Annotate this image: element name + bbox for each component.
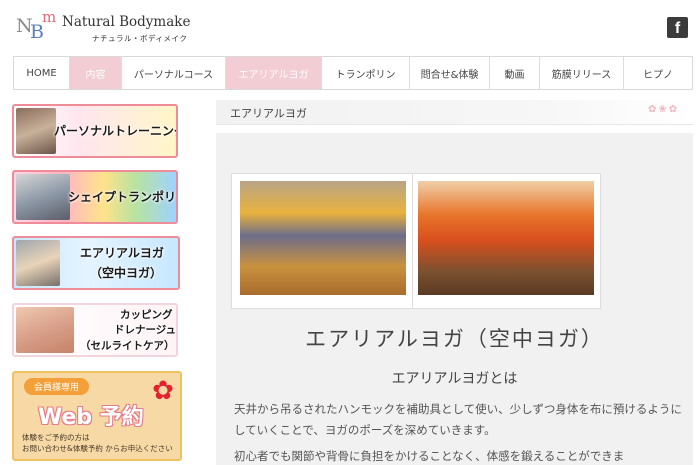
nav-item-content[interactable]: 内容 [70,57,122,89]
aerial-yoga-photo [16,240,60,286]
personal-training-photo [16,108,56,154]
intro-paragraph: 天井から吊るされたハンモックを補助具として使い、少しずつ身体を布に預けるようにし… [234,402,682,437]
nav-item-home[interactable]: HOME [14,57,70,89]
banner-shape-trampoline[interactable]: シェイプトランポリン [12,170,178,224]
logo-mark-icon: N B m [16,8,56,42]
sakura-decoration-icon: ✿❀✿ [648,104,680,115]
section-title: エアリアルヨガ（空中ヨガ） [305,327,604,351]
hibiscus-icon: ✿ [152,376,174,406]
photo-gallery [231,173,601,309]
brand-title: Natural Bodymake [62,14,191,30]
nav-item-personal-course[interactable]: パーソナルコース [122,57,226,89]
svg-text:m: m [42,8,56,26]
facebook-icon[interactable]: f [667,17,688,38]
web-reservation-title: Web 予約 [38,405,144,430]
nav-item-hypno[interactable]: ヒプノ [624,57,692,89]
aerial-yoga-photo-1[interactable] [240,181,406,295]
web-reservation-note: 体験をご予約の方は お問い合わせ&体験予約 からお申込ください [22,433,173,453]
members-only-badge: 会員様専用 [24,378,90,395]
banner-label-line3: （セルライトケア） [80,340,175,352]
banner-personal-training[interactable]: パーソナルトレーニング [12,104,178,158]
banner-label-line2: （空中ヨガ） [90,266,163,280]
banner-label: パーソナルトレーニング [54,124,178,138]
main-nav: HOME 内容 パーソナルコース エアリアルヨガ トランポリン 問合せ&体験 動… [13,56,693,90]
banner-label-line1: カッピング [120,309,173,321]
trampoline-photo [16,174,70,220]
benefit-paragraph: 初心者でも関節や背骨に負担をかけることなく、体感を鍛えることができま [234,449,625,463]
banner-label-line2: ドレナージュ [114,324,177,336]
cupping-photo [16,307,74,353]
section-subtitle: エアリアルヨガとは [391,371,518,387]
main-content: エアリアルヨガ（空中ヨガ） エアリアルヨガとは 天井から吊るされたハンモックを補… [216,133,693,465]
aerial-yoga-photo-2[interactable] [418,181,594,295]
nav-item-trampoline[interactable]: トランポリン [322,57,410,89]
banner-cupping-drainage[interactable]: カッピング ドレナージュ （セルライトケア） [12,303,178,357]
banner-label-line1: エアリアルヨガ [80,246,164,260]
nav-item-videos[interactable]: 動画 [490,57,540,89]
banner-label: シェイプトランポリン [68,190,178,204]
brand-subtitle: ナチュラル・ボディメイク [92,34,188,43]
photo-divider [412,174,413,308]
nav-item-contact-trial[interactable]: 問合せ&体験 [410,57,490,89]
nav-item-aerial-yoga[interactable]: エアリアルヨガ [226,57,322,89]
site-logo[interactable]: N B m Natural Bodymake ナチュラル・ボディメイク [14,8,190,44]
banner-aerial-yoga[interactable]: エアリアルヨガ （空中ヨガ） [12,236,180,290]
page-heading: エアリアルヨガ [216,100,693,125]
nav-item-fascia-release[interactable]: 筋膜リリース [540,57,624,89]
banner-web-reservation[interactable]: 会員様専用 ✿ Web 予約 体験をご予約の方は お問い合わせ&体験予約 からお… [12,371,182,461]
